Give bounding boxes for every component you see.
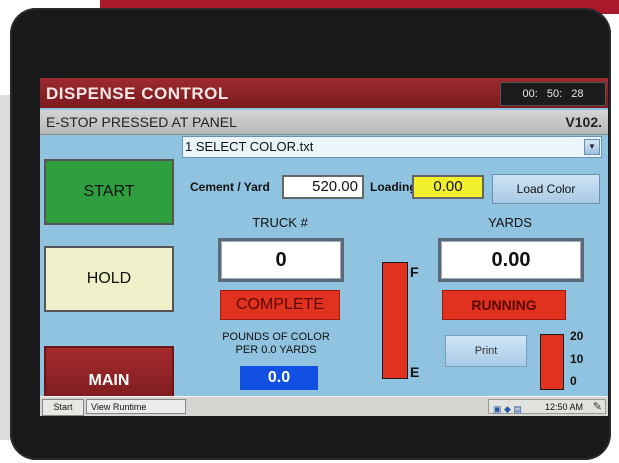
start-button[interactable]: START [44,159,174,225]
yards-label: YARDS [488,215,532,230]
scale-top-label: 20 [570,329,584,343]
scale-bottom-label: 0 [570,374,577,388]
print-button[interactable]: Print [445,335,527,367]
taskbar: Start View Runtime ▣ ◆ ▤ 12:50 AM ✎ [40,396,608,416]
title-bar: DISPENSE CONTROL 00: 50: 28 [40,78,608,108]
main-button[interactable]: MAIN [44,346,174,400]
clock-display: 00: 50: 28 [500,82,606,106]
gauge-full-label: F [410,264,419,280]
load-color-button[interactable]: Load Color [492,174,600,204]
cement-label: Cement / Yard [190,180,270,194]
pen-icon[interactable]: ✎ [593,400,602,415]
gauge-empty-label: E [410,364,420,380]
pounds-label-line2: PER 0.0 YARDS [235,344,317,356]
loading-label: Loading [370,180,417,194]
chevron-down-icon[interactable]: ▼ [584,139,600,155]
taskbar-start-button[interactable]: Start [42,399,84,416]
loading-value: 0.00 [412,175,484,199]
device-bezel: DISPENSE CONTROL 00: 50: 28 E-STOP PRESS… [10,8,611,460]
truck-status-badge: COMPLETE [220,290,340,320]
pounds-of-color-label: POUNDS OF COLOR PER 0.0 YARDS [206,331,346,357]
system-tray: ▣ ◆ ▤ 12:50 AM ✎ [488,399,606,414]
taskbar-view-runtime[interactable]: View Runtime [86,399,186,414]
color-file-value: 1 SELECT COLOR.txt [185,139,314,154]
status-message: E-STOP PRESSED AT PANEL [46,114,237,130]
yards-status-badge: RUNNING [442,290,566,320]
truck-label: TRUCK # [252,215,308,230]
yards-field[interactable]: 0.00 [438,238,584,282]
version-label: V102. [565,114,602,130]
pounds-label-line1: POUNDS OF COLOR [222,331,330,343]
hmi-screen: DISPENSE CONTROL 00: 50: 28 E-STOP PRESS… [40,78,608,416]
tray-clock: 12:50 AM [544,402,583,412]
tray-icons: ▣ ◆ ▤ [493,404,522,414]
hold-button[interactable]: HOLD [44,246,174,312]
scale-mid-label: 10 [570,352,584,366]
truck-number-field[interactable]: 0 [218,238,344,282]
status-bar: E-STOP PRESSED AT PANEL V102. [40,110,608,135]
small-level-gauge [540,334,564,390]
pounds-value: 0.0 [240,366,318,390]
color-tank-gauge [382,262,408,379]
window-title: DISPENSE CONTROL [46,84,229,103]
color-file-select[interactable]: 1 SELECT COLOR.txt ▼ [182,136,602,158]
cement-per-yard-field[interactable]: 520.00 [282,175,364,199]
